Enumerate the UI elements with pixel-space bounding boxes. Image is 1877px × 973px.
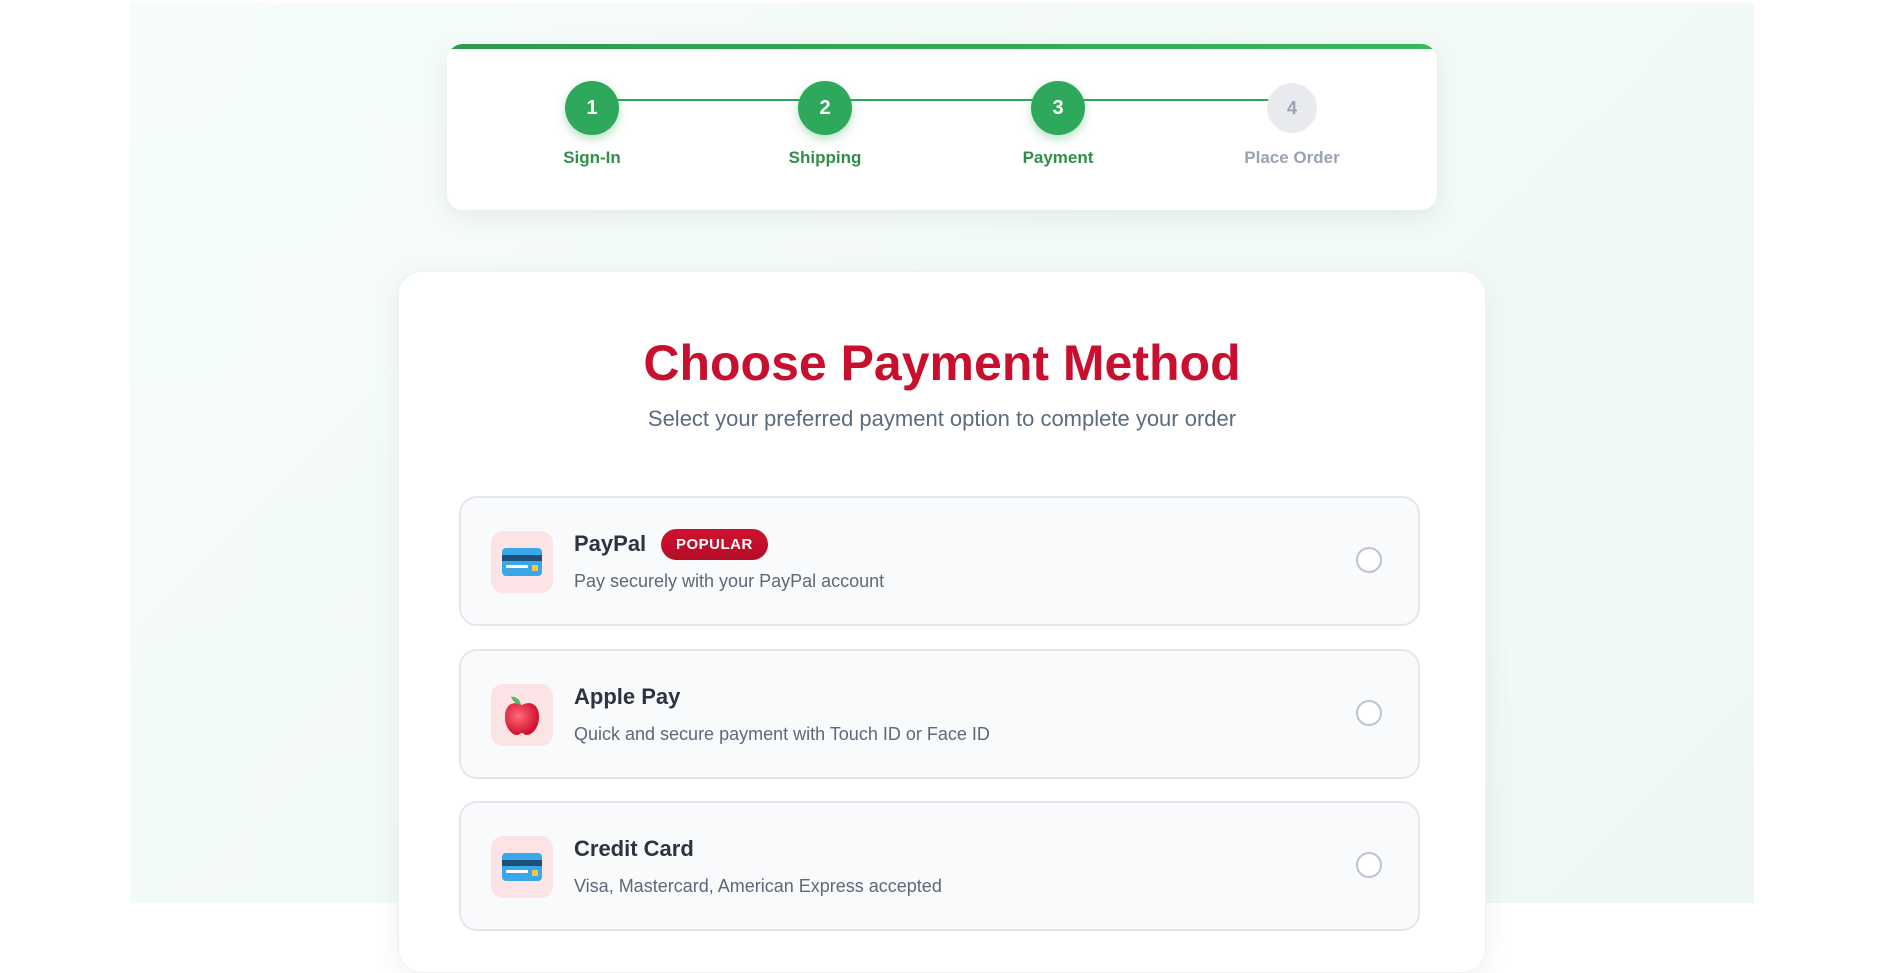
progress-top-bar [447, 44, 1437, 49]
paypal-radio[interactable] [1356, 547, 1382, 573]
option-description: Pay securely with your PayPal account [574, 571, 885, 591]
step-connector [825, 99, 1058, 101]
option-description: Visa, Mastercard, American Express accep… [574, 876, 942, 896]
option-description: Quick and secure payment with Touch ID o… [574, 724, 990, 744]
step-connector [1058, 99, 1293, 101]
payment-option-paypal[interactable]: PayPal POPULAR Pay securely with your Pa… [459, 496, 1420, 626]
checkout-progress-stepper: 1 Sign-In 2 Shipping 3 Payment 4 Place O… [447, 44, 1437, 210]
step-4-circle: 4 [1267, 83, 1317, 133]
payment-method-card: Choose Payment Method Select your prefer… [398, 271, 1486, 973]
apple-pay-radio[interactable] [1356, 700, 1382, 726]
popular-badge: POPULAR [661, 529, 768, 560]
option-name: PayPal [574, 531, 647, 556]
step-3-circle[interactable]: 3 [1031, 81, 1085, 135]
step-1-circle[interactable]: 1 [565, 81, 619, 135]
apple-icon [491, 684, 553, 746]
payment-option-apple-pay[interactable]: Apple Pay Quick and secure payment with … [459, 649, 1420, 779]
option-name: Credit Card [574, 836, 694, 861]
step-4-label: Place Order [1244, 148, 1340, 167]
step-2-circle[interactable]: 2 [798, 81, 852, 135]
payment-option-credit-card[interactable]: Credit Card Visa, Mastercard, American E… [459, 801, 1420, 931]
credit-card-icon [491, 531, 553, 593]
page-title: Choose Payment Method [643, 335, 1241, 391]
option-name: Apple Pay [574, 684, 681, 709]
step-2-label: Shipping [788, 148, 862, 167]
step-connector [592, 99, 825, 101]
step-1-label: Sign-In [563, 148, 621, 167]
page-subtitle: Select your preferred payment option to … [647, 406, 1237, 431]
step-3-label: Payment [1022, 148, 1094, 167]
credit-card-radio[interactable] [1356, 852, 1382, 878]
credit-card-icon [491, 836, 553, 898]
